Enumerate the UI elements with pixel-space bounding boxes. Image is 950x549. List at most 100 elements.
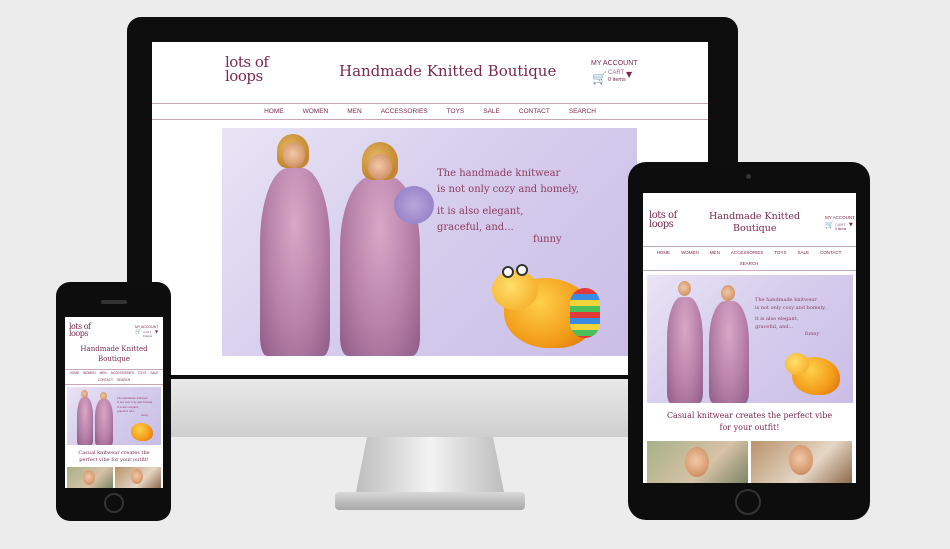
- phone-hero-line-4: graceful, and...: [117, 410, 137, 413]
- phone-nav-contact[interactable]: CONTACT: [98, 378, 113, 382]
- hero-line-1: The handmade knitwear: [437, 168, 561, 179]
- site-title: Handmade Knitted Boutique: [339, 62, 557, 80]
- cart-items-count: 0 items: [608, 77, 626, 83]
- phone-toy-image: [131, 423, 153, 441]
- phone-nav-search[interactable]: SEARCH: [117, 378, 130, 382]
- phone-photo-woman-face: [83, 470, 95, 485]
- toy-stripes: [570, 288, 600, 338]
- phone-speaker: [101, 300, 127, 304]
- model-left-image: [260, 168, 330, 356]
- cart-icon[interactable]: 🛒: [592, 71, 607, 85]
- phone-hero-line-1: The handmade knitwear: [117, 397, 148, 400]
- imac-stand: [355, 437, 505, 497]
- tablet-nav-women[interactable]: WOMEN: [681, 250, 699, 255]
- model-left-face: [283, 142, 305, 168]
- nav-accessories[interactable]: ACCESSORIES: [381, 108, 428, 115]
- phone-photo-man[interactable]: [115, 467, 161, 488]
- tablet-model-left-face: [678, 281, 691, 296]
- phone-nav-toys[interactable]: TOYS: [138, 371, 147, 375]
- nav-toys[interactable]: TOYS: [447, 108, 465, 115]
- tablet-site: lots of loops Handmade Knitted Boutique …: [643, 193, 856, 483]
- nav-contact[interactable]: CONTACT: [519, 108, 550, 115]
- tablet-nav-toys[interactable]: TOYS: [774, 250, 786, 255]
- phone-home-button[interactable]: [104, 493, 124, 513]
- nav-women[interactable]: WOMEN: [303, 108, 329, 115]
- hero-line-5: funny: [533, 234, 562, 245]
- phone-site: lots of loops MY ACCOUNT 🛒 CART 0 items …: [65, 317, 163, 488]
- tablet-camera: [746, 174, 751, 179]
- cart-label[interactable]: CART: [608, 70, 624, 76]
- phone-model-left-face: [81, 390, 88, 398]
- tablet-photo-woman-face: [685, 447, 709, 477]
- fur-stole: [394, 186, 434, 224]
- tablet-tagline-line-1: Casual knitwear creates the perfect vibe: [666, 411, 833, 420]
- phone-logo[interactable]: lots of loops: [69, 323, 91, 339]
- tablet-model-right-face: [721, 285, 735, 301]
- phone-nav-home[interactable]: HOME: [69, 371, 79, 375]
- phone-photo-woman[interactable]: [67, 467, 113, 488]
- tablet-logo-line-2: loops: [649, 219, 674, 230]
- tablet-model-left: [667, 297, 703, 403]
- phone-site-title-line-2: Boutique: [97, 355, 131, 363]
- tablet-cart-icon[interactable]: 🛒: [825, 221, 834, 229]
- phone-logo-line-2: loops: [69, 329, 88, 339]
- nav-sale[interactable]: SALE: [483, 108, 500, 115]
- tablet-nav-men[interactable]: MEN: [710, 250, 720, 255]
- tablet-photo-man-face: [789, 445, 813, 475]
- tablet-hero-banner[interactable]: The handmade knitwear is not only cozy a…: [647, 275, 853, 403]
- tablet-home-button[interactable]: [735, 489, 761, 515]
- tablet-nav: HOME WOMEN MEN ACCESSORIES TOYS SALE CON…: [649, 250, 849, 266]
- toy-eye-right: [516, 264, 528, 276]
- hero-line-3: it is also elegant,: [437, 206, 524, 217]
- my-account-link[interactable]: MY ACCOUNT: [591, 60, 638, 67]
- phone-nav-sale[interactable]: SALE: [150, 371, 158, 375]
- phone-nav-men[interactable]: MEN: [100, 371, 107, 375]
- tablet-photo-woman[interactable]: [647, 441, 748, 483]
- nav-divider-bottom: [152, 119, 708, 120]
- tablet-hero-line-2: is not only cozy and homely,: [755, 305, 826, 311]
- phone-hero-banner[interactable]: The handmade knitwear is not only cozy a…: [67, 387, 161, 445]
- phone-nav-accessories[interactable]: ACCESSORIES: [111, 371, 134, 375]
- tablet-photo-man[interactable]: [751, 441, 852, 483]
- phone-tagline-line-2: perfect vibe for your outfit!: [79, 457, 149, 463]
- nav-home[interactable]: HOME: [264, 108, 284, 115]
- phone-chevron-down-icon[interactable]: ▼: [155, 329, 158, 334]
- tablet-nav-divider-top: [643, 246, 856, 247]
- tablet-site-title-line-2: Boutique: [733, 223, 777, 234]
- apple-logo-icon: [418, 392, 444, 422]
- phone-site-title-line-1: Handmade Knitted: [80, 345, 148, 353]
- toy-eye-left: [502, 266, 514, 278]
- phone-tagline-line-1: Casual knitwear creates the: [78, 450, 150, 456]
- tablet-chevron-down-icon[interactable]: ▼: [849, 222, 853, 228]
- desktop-site: lots of loops Handmade Knitted Boutique …: [152, 42, 708, 375]
- phone-hero-line-2: is not only cozy and homely,: [117, 401, 153, 404]
- logo-line-2: loops: [225, 66, 263, 85]
- tablet-toy-head: [785, 353, 809, 375]
- tablet-logo[interactable]: lots of loops: [649, 211, 677, 230]
- phone-cart-icon[interactable]: 🛒: [135, 329, 141, 335]
- phone-model-left: [77, 397, 93, 445]
- phone-hero-line-5: funny: [141, 414, 149, 417]
- tablet-tagline-line-2: for your outfit!: [719, 423, 780, 432]
- phone-nav-women[interactable]: WOMEN: [83, 371, 96, 375]
- tablet-nav-home[interactable]: HOME: [657, 250, 671, 255]
- hero-line-4: graceful, and...: [437, 222, 514, 233]
- tablet-my-account-link[interactable]: MY ACCOUNT: [825, 215, 855, 220]
- model-right-face: [368, 154, 392, 180]
- tablet-nav-accessories[interactable]: ACCESSORIES: [731, 250, 764, 255]
- tablet-nav-contact[interactable]: CONTACT: [820, 250, 841, 255]
- imac-foot: [335, 492, 525, 510]
- tablet-hero-line-5: funny: [805, 331, 820, 337]
- tablet-nav-search[interactable]: SEARCH: [740, 261, 759, 266]
- tablet-hero-line-3: it is also elegant,: [755, 316, 799, 322]
- hero-banner[interactable]: The handmade knitwear is not only cozy a…: [222, 128, 637, 356]
- tablet-hero-line-4: graceful, and...: [755, 324, 794, 330]
- chevron-down-icon[interactable]: ▼: [626, 70, 632, 79]
- tablet-site-title-line-1: Handmade Knitted: [709, 211, 801, 222]
- site-logo[interactable]: lots of loops: [225, 55, 269, 85]
- nav-search[interactable]: SEARCH: [569, 108, 596, 115]
- tablet-hero-line-1: The handmade knitwear: [755, 297, 817, 303]
- tablet-nav-sale[interactable]: SALE: [798, 250, 810, 255]
- nav-men[interactable]: MEN: [347, 108, 361, 115]
- phone-nav-divider-top: [65, 369, 163, 370]
